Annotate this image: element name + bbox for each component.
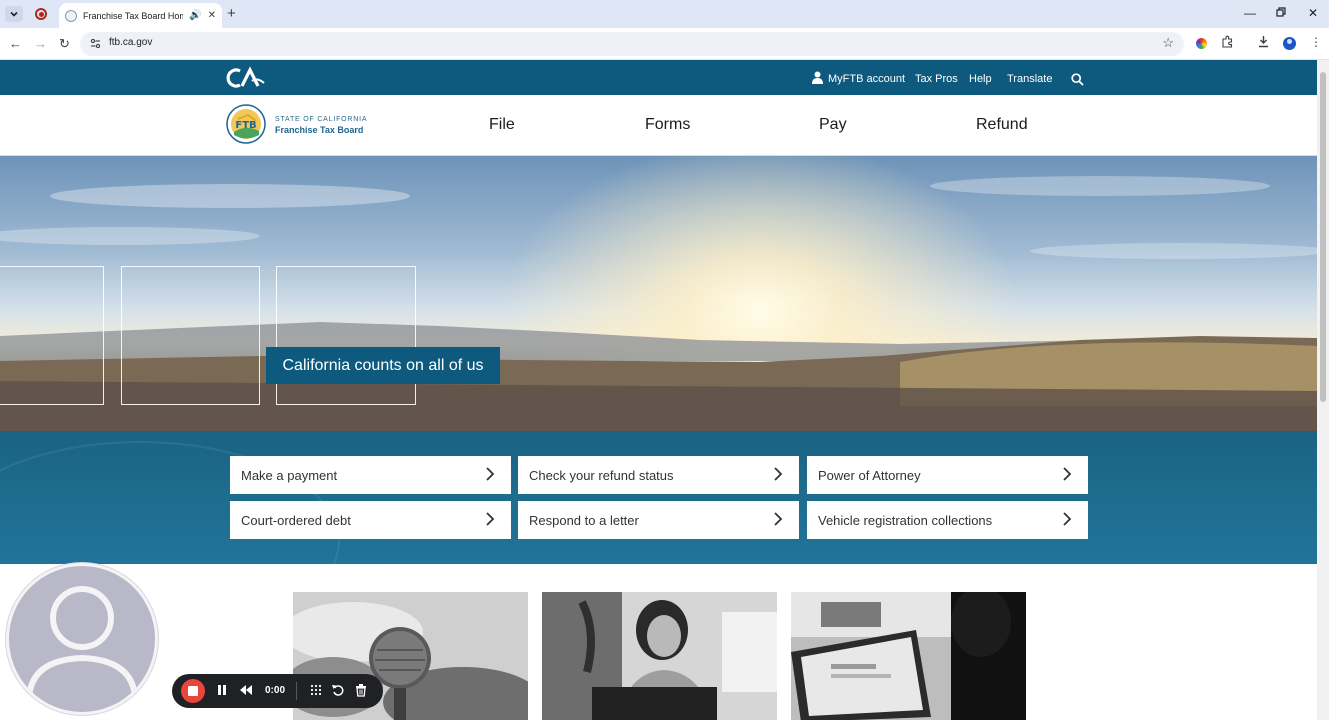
nav-file[interactable]: File (489, 116, 515, 134)
chevron-right-icon (1063, 512, 1072, 526)
extension-icon[interactable] (1196, 38, 1207, 49)
audio-icon[interactable]: 🔊 (189, 10, 201, 21)
reload-icon[interactable]: ↻ (59, 36, 70, 52)
myftb-account-link[interactable]: MyFTB account (828, 73, 905, 85)
scrollbar-thumb[interactable] (1320, 72, 1326, 402)
record-indicator-icon (35, 8, 47, 20)
quick-link-court-ordered-debt[interactable]: Court-ordered debt (230, 501, 511, 539)
profile-icon[interactable] (1283, 37, 1296, 50)
stop-recording-button[interactable] (181, 679, 205, 703)
laptop-screen-photo (791, 592, 1026, 720)
tax-pros-link[interactable]: Tax Pros (915, 73, 958, 85)
chevron-right-icon (774, 512, 783, 526)
omnibox[interactable]: ftb.ca.gov ☆ (80, 32, 1184, 56)
forward-icon[interactable]: → (34, 36, 47, 52)
quick-link-label: Court-ordered debt (241, 512, 351, 528)
recording-toolbar: 0:00 (172, 674, 383, 708)
quick-link-label: Check your refund status (529, 467, 674, 483)
page-scrollbar[interactable] (1317, 60, 1329, 720)
drag-handle-icon[interactable] (309, 683, 323, 697)
bookmark-star-icon[interactable]: ☆ (1162, 35, 1174, 51)
quick-link-label: Vehicle registration collections (818, 512, 993, 528)
menu-icon[interactable]: ⋮ (1310, 35, 1322, 49)
site-info-icon[interactable] (90, 38, 101, 49)
chevron-right-icon (1063, 467, 1072, 481)
utility-bar: MyFTB account Tax Pros Help Translate (0, 60, 1317, 95)
search-icon[interactable] (1071, 73, 1084, 86)
user-icon (812, 71, 823, 84)
pause-icon[interactable] (215, 683, 229, 697)
user-silhouette-icon (26, 586, 138, 699)
address-bar: ← → ↻ ftb.ca.gov ☆ (0, 28, 1329, 60)
chevron-right-icon (486, 467, 495, 481)
quick-link-make-payment[interactable]: Make a payment (230, 456, 511, 494)
new-tab-icon[interactable]: + (227, 5, 236, 22)
quick-link-vehicle-registration[interactable]: Vehicle registration collections (807, 501, 1088, 539)
agency-name-line2[interactable]: Franchise Tax Board (275, 125, 363, 135)
rewind-icon[interactable] (239, 683, 253, 697)
minimize-icon[interactable]: — (1244, 6, 1256, 20)
hero-banner: California counts on all of us (0, 156, 1317, 432)
toolbar-divider (296, 682, 297, 700)
quick-link-label: Respond to a letter (529, 512, 639, 528)
nav-refund[interactable]: Refund (976, 116, 1028, 134)
chevron-right-icon (486, 512, 495, 526)
quick-link-label: Make a payment (241, 467, 338, 483)
help-link[interactable]: Help (969, 73, 992, 85)
hero-frame-outline (0, 266, 104, 405)
ftb-favicon-icon (65, 9, 77, 22)
url-text[interactable]: ftb.ca.gov (109, 37, 152, 48)
nav-forms[interactable]: Forms (645, 116, 690, 134)
trash-icon[interactable] (354, 683, 368, 697)
svg-text:FTB: FTB (235, 120, 256, 131)
quick-link-respond-letter[interactable]: Respond to a letter (518, 501, 799, 539)
main-navigation: FTB State of California Franchise Tax Bo… (0, 95, 1317, 156)
back-icon[interactable]: ← (9, 36, 22, 52)
tab-title: Franchise Tax Board Homepage (83, 10, 184, 21)
hero-frame-outline (121, 266, 260, 405)
restore-icon[interactable] (1276, 6, 1286, 20)
webcam-avatar[interactable] (6, 563, 158, 715)
feature-card[interactable] (542, 592, 777, 720)
tab-list-icon[interactable] (5, 6, 23, 22)
quick-link-power-of-attorney[interactable]: Power of Attorney (807, 456, 1088, 494)
close-icon[interactable]: ✕ (208, 10, 216, 21)
puzzle-icon[interactable] (1221, 35, 1234, 51)
page-viewport: MyFTB account Tax Pros Help Translate FT… (0, 60, 1317, 720)
browser-tab[interactable]: Franchise Tax Board Homepage 🔊 ✕ (59, 3, 222, 28)
close-window-icon[interactable]: ✕ (1308, 6, 1318, 20)
hero-frame-outline (276, 266, 416, 405)
feature-card[interactable] (791, 592, 1026, 720)
quick-link-refund-status[interactable]: Check your refund status (518, 456, 799, 494)
quick-link-label: Power of Attorney (818, 467, 921, 483)
ftb-seal-logo-icon[interactable]: FTB (226, 104, 266, 144)
recording-timer: 0:00 (265, 685, 286, 696)
hero-caption[interactable]: California counts on all of us (266, 347, 500, 384)
translate-link[interactable]: Translate (1007, 73, 1052, 85)
woman-laptop-photo (542, 592, 777, 720)
nav-pay[interactable]: Pay (819, 116, 847, 134)
ca-gov-logo-icon[interactable] (226, 66, 266, 90)
restart-icon[interactable] (331, 683, 345, 697)
chevron-right-icon (774, 467, 783, 481)
tab-strip: Franchise Tax Board Homepage 🔊 ✕ + — ✕ (0, 0, 1329, 28)
quick-links-band: Make a payment Check your refund status … (0, 431, 1317, 564)
download-icon[interactable] (1257, 35, 1270, 51)
agency-name-line1[interactable]: State of California (275, 116, 367, 123)
